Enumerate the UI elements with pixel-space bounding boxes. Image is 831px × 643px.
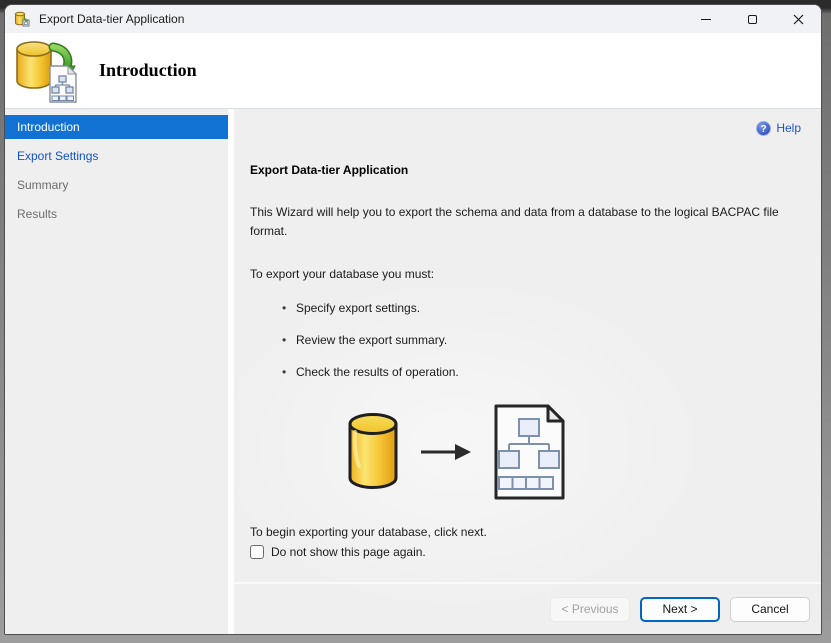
svg-text:?: ? [761,124,767,135]
wizard-body: Introduction Export Settings Summary Res… [5,109,821,634]
content-inner: Export Data-tier Application This Wizard… [234,139,821,582]
list-intro: To export your database you must: [250,267,435,282]
content-heading: Export Data-tier Application [250,163,409,177]
window-controls [683,5,821,33]
cancel-button[interactable]: Cancel [730,596,810,622]
list-item: Specify export settings. [250,301,797,315]
sidebar-item-export-settings[interactable]: Export Settings [5,144,228,168]
window-title: Export Data-tier Application [39,12,185,26]
minimize-icon [701,18,711,20]
intro-text: This Wizard will help you to export the … [250,205,779,239]
close-button[interactable] [775,5,821,33]
wizard-header: Introduction [5,33,821,109]
closing-text: To begin exporting your database, click … [250,525,487,540]
next-button[interactable]: Next > [640,596,720,622]
content-pane: ? Help Export Data-tier Application This… [234,109,821,634]
sidebar-item-summary: Summary [17,178,69,192]
list-item: Review the export summary. [250,333,797,347]
wizard-window: Export Data-tier Application Introductio… [4,4,822,635]
previous-button: < Previous [550,596,630,622]
sidebar-item-introduction[interactable]: Introduction [5,115,228,139]
page-title: Introduction [99,60,197,80]
help-question-icon: ? [756,120,772,136]
database-export-large-icon [13,39,79,103]
requirements-list: Specify export settings. Review the expo… [250,301,797,379]
arrow-right-icon [420,441,472,463]
footer-button-bar: < Previous Next > Cancel [234,582,821,634]
maximize-button[interactable] [729,5,775,33]
checkbox-row: Do not show this page again. [250,545,797,560]
help-label: Help [776,121,801,135]
help-link[interactable]: ? Help [756,120,801,136]
export-illustration [346,403,797,501]
help-row: ? Help [234,109,821,139]
minimize-button[interactable] [683,5,729,33]
titlebar: Export Data-tier Application [5,5,821,33]
close-icon [793,14,803,24]
maximize-icon [747,14,757,24]
list-item: Check the results of operation. [250,365,797,379]
database-cylinder-icon [348,413,398,490]
sidebar-item-results: Results [17,207,58,221]
do-not-show-label[interactable]: Do not show this page again. [271,545,426,559]
do-not-show-checkbox[interactable] [250,545,264,560]
step-sidebar: Introduction Export Settings Summary Res… [5,109,228,634]
database-export-icon [14,11,32,27]
bacpac-document-icon [494,404,565,500]
